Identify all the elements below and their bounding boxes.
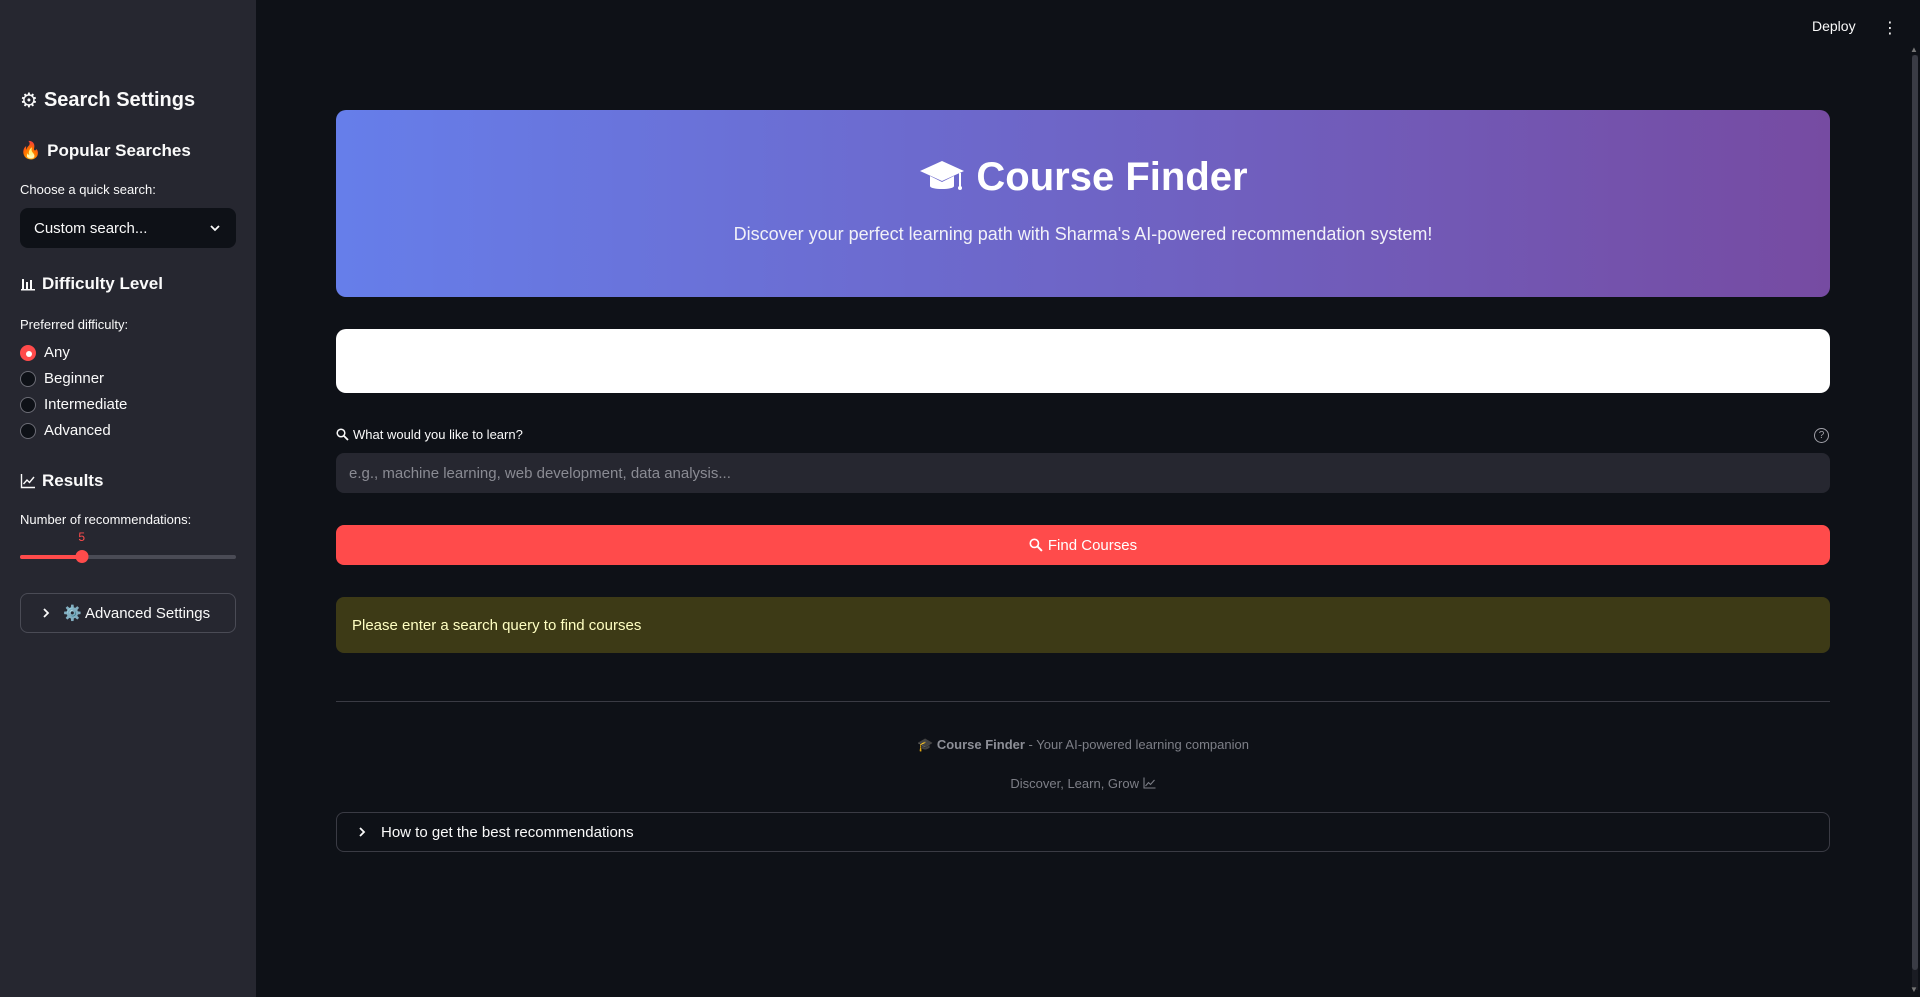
radio-indicator <box>20 396 36 413</box>
radio-intermediate[interactable]: Intermediate <box>20 396 127 413</box>
quick-search-label: Choose a quick search: <box>20 182 156 197</box>
search-input[interactable] <box>336 453 1830 493</box>
radio-label: Advanced <box>44 422 111 439</box>
radio-label: Intermediate <box>44 396 128 413</box>
popular-searches-heading: 🔥 Popular Searches <box>20 141 191 161</box>
chevron-down-icon <box>210 225 220 232</box>
graduation-cap-icon <box>920 161 965 190</box>
recommendations-slider[interactable]: 5 <box>20 530 236 563</box>
quick-search-select[interactable]: Custom search... <box>20 208 236 248</box>
radio-label: Beginner <box>44 370 105 387</box>
difficulty-label: Preferred difficulty: <box>20 317 129 332</box>
fire-icon: 🔥 <box>20 141 42 160</box>
deploy-button[interactable]: Deploy <box>1812 18 1856 34</box>
divider <box>336 701 1830 702</box>
radio-indicator <box>20 370 36 387</box>
chevron-right-icon <box>43 608 50 618</box>
quick-search-value: Custom search... <box>34 219 148 237</box>
sidebar: ⚙ Search Settings 🔥 Popular Searches Cho… <box>0 0 256 997</box>
kebab-menu-icon[interactable]: ⋮ <box>1882 18 1898 38</box>
warning-alert: Please enter a search query to find cour… <box>336 597 1830 653</box>
sidebar-title: ⚙ Search Settings <box>20 88 195 113</box>
footer-brand: Course Finder <box>936 737 1025 752</box>
graduation-cap-icon: 🎓 <box>917 737 934 752</box>
tips-expander-label: How to get the best recommendations <box>381 823 634 841</box>
hero-title: Course Finder <box>918 154 1248 200</box>
question-circle-icon[interactable]: ? <box>1814 428 1829 443</box>
recommendations-label: Number of recommendations: <box>20 512 192 527</box>
radio-advanced[interactable]: Advanced <box>20 422 111 439</box>
search-label: What would you like to learn? <box>336 427 523 442</box>
line-chart-icon <box>1143 777 1156 789</box>
popular-searches-heading-text: Popular Searches <box>47 141 191 160</box>
hero-subtitle: Discover your perfect learning path with… <box>733 223 1433 244</box>
footer-motto: Discover, Learn, Grow <box>1010 776 1139 791</box>
radio-beginner[interactable]: Beginner <box>20 370 104 387</box>
sidebar-title-text: Search Settings <box>43 89 196 111</box>
difficulty-heading-text: Difficulty Level <box>42 274 163 293</box>
results-heading-text: Results <box>42 471 104 490</box>
line-chart-icon <box>20 474 35 489</box>
difficulty-heading: Difficulty Level <box>20 274 163 294</box>
magnifier-icon <box>1029 538 1043 552</box>
scroll-up-arrow[interactable]: ▲ <box>1910 45 1918 54</box>
bar-chart-icon <box>21 279 35 291</box>
slider-thumb[interactable] <box>75 550 89 563</box>
hero-banner: Course Finder Discover your perfect lear… <box>336 110 1830 297</box>
warning-text: Please enter a search query to find cour… <box>352 616 642 634</box>
tips-expander[interactable]: How to get the best recommendations <box>336 812 1830 852</box>
search-label-text: What would you like to learn? <box>353 427 523 442</box>
advanced-settings-label: ⚙️ Advanced Settings <box>63 605 211 622</box>
radio-indicator <box>20 344 36 361</box>
chevron-right-icon <box>359 827 366 837</box>
radio-label: Any <box>44 344 70 361</box>
advanced-settings-expander[interactable]: ⚙️ Advanced Settings <box>20 593 236 633</box>
footer-motto-line: Discover, Learn, Grow <box>336 776 1830 791</box>
footer-brand-line: 🎓 Course Finder - Your AI-powered learni… <box>336 737 1830 753</box>
find-courses-label: Find Courses <box>1047 536 1138 554</box>
slider-value: 5 <box>78 530 86 544</box>
slider-fill <box>20 555 82 559</box>
radio-any[interactable]: Any <box>20 344 70 361</box>
radio-indicator <box>20 422 36 439</box>
gear-icon: ⚙ <box>20 90 38 112</box>
results-heading: Results <box>20 471 103 491</box>
scrollbar-thumb[interactable] <box>1912 55 1918 970</box>
find-courses-button[interactable]: Find Courses <box>336 525 1830 565</box>
hero-title-text: Course Finder <box>976 154 1248 199</box>
footer-tagline: - Your AI-powered learning companion <box>1024 737 1249 752</box>
magnifier-icon <box>336 428 349 441</box>
blank-panel <box>336 329 1830 393</box>
scroll-down-arrow[interactable]: ▼ <box>1910 985 1918 994</box>
